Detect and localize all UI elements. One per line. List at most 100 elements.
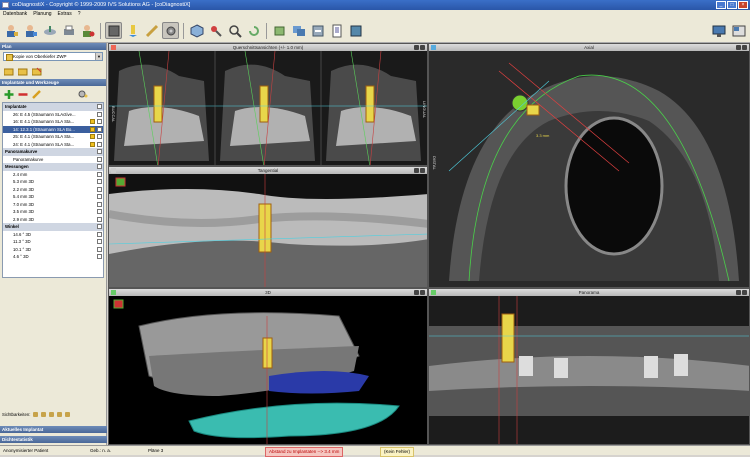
menu-planung[interactable]: Planung — [33, 10, 51, 19]
visibility-checkbox[interactable] — [97, 134, 102, 139]
visibility-checkbox[interactable] — [97, 194, 102, 199]
implant-tool-icon[interactable] — [124, 22, 141, 39]
view-maximize-icon[interactable] — [420, 290, 425, 295]
add-icon[interactable] — [4, 89, 14, 99]
tools-icon[interactable] — [78, 90, 88, 99]
view-maximize-icon[interactable] — [742, 290, 747, 295]
layout-icon[interactable] — [730, 22, 747, 39]
export-icon[interactable] — [309, 22, 326, 39]
tree-item-measurement[interactable]: 2.4 mm — [3, 171, 103, 179]
visibility-checkbox[interactable] — [97, 186, 102, 192]
tree-item-measurement[interactable]: 7.0 mm 3D — [3, 201, 103, 209]
close-button[interactable]: × — [738, 1, 748, 9]
plan-open-icon[interactable] — [4, 67, 14, 76]
3d-view[interactable]: 3D — [108, 288, 428, 445]
visibility-checkbox[interactable] — [97, 246, 102, 252]
visibility-implants-icon[interactable] — [33, 412, 39, 417]
rotate-icon[interactable] — [245, 22, 262, 39]
tree-group-panorama[interactable]: Panoramakurve — [3, 148, 103, 156]
visibility-sleeves-icon[interactable] — [57, 412, 63, 417]
guide-export-icon[interactable] — [347, 22, 364, 39]
density-section[interactable]: Dichtestatistik — [0, 436, 107, 443]
user-settings-icon[interactable] — [79, 22, 96, 39]
tree-item-measurement[interactable]: 2.9 mm 3D — [3, 216, 103, 224]
guide-icon[interactable] — [271, 22, 288, 39]
report-icon[interactable] — [328, 22, 345, 39]
tree-item-implant-selected[interactable]: 14: 12.3.1 (Straumann SLA Bo... — [3, 125, 103, 133]
tree-item-measurement[interactable]: 5.3 mm 3D — [3, 178, 103, 186]
visibility-measure-icon[interactable] — [49, 412, 55, 417]
visibility-checkbox[interactable] — [97, 216, 102, 222]
printer-icon[interactable] — [60, 22, 77, 39]
view-zoom-icon[interactable] — [736, 290, 741, 295]
visibility-checkbox[interactable] — [97, 254, 102, 259]
plan-select[interactable]: Kopie von Oberkiefer ZWP ▼ — [3, 52, 103, 61]
visibility-checkbox[interactable] — [97, 239, 102, 244]
visibility-checkbox[interactable] — [97, 149, 102, 154]
tree-item-implant[interactable]: 24: E 4.1 (Straumann SLA Sta... — [3, 141, 103, 149]
visibility-nerves-icon[interactable] — [41, 412, 47, 417]
panorama-view[interactable]: Panorama — [428, 288, 750, 445]
visibility-checkbox[interactable] — [97, 224, 102, 229]
visibility-all-icon[interactable] — [65, 412, 71, 417]
pencil-icon[interactable] — [32, 89, 42, 99]
visibility-checkbox[interactable] — [97, 126, 102, 132]
gear-tool-icon[interactable] — [162, 22, 179, 39]
tree-item-measurement[interactable]: 2.2 mm 3D — [3, 186, 103, 194]
plan-copy-icon[interactable] — [18, 67, 28, 76]
nerve-tool-icon[interactable] — [207, 22, 224, 39]
tree-item-panorama[interactable]: Panoramakurve — [3, 156, 103, 164]
view-zoom-icon[interactable] — [414, 168, 419, 173]
tree-group-implants[interactable]: Implantate — [3, 103, 103, 111]
orientation-cube-icon[interactable] — [113, 299, 124, 309]
patient-open-icon[interactable] — [3, 22, 20, 39]
menu-datenbank[interactable]: Datenbank — [3, 10, 27, 19]
visibility-checkbox[interactable] — [97, 171, 102, 177]
zoom-icon[interactable] — [226, 22, 243, 39]
visibility-checkbox[interactable] — [97, 201, 102, 207]
cube-3d-icon[interactable] — [188, 22, 205, 39]
current-implant-section[interactable]: Aktuelles Implantat — [0, 426, 107, 433]
menu-help[interactable]: ? — [78, 10, 81, 19]
data-import-icon[interactable] — [41, 22, 58, 39]
visibility-checkbox[interactable] — [97, 119, 102, 124]
orientation-cube-icon[interactable] — [115, 177, 126, 187]
visibility-checkbox[interactable] — [97, 209, 102, 214]
tangential-view[interactable]: Tangential — [108, 166, 428, 288]
visibility-checkbox[interactable] — [97, 104, 102, 109]
tree-item-measurement[interactable]: 3.5 mm 3D — [3, 208, 103, 216]
view-zoom-icon[interactable] — [414, 45, 419, 50]
tree-item-angle[interactable]: 4.6 ° 3D — [3, 253, 103, 261]
tree-item-implant[interactable]: 16: E 4.1 (Straumann SLA Sta... — [3, 118, 103, 126]
plan-delete-icon[interactable] — [32, 67, 42, 76]
visibility-checkbox[interactable] — [97, 164, 102, 169]
menu-extras[interactable]: Extras — [58, 10, 72, 19]
tree-item-angle[interactable]: 11.3 ° 3D — [3, 238, 103, 246]
visibility-checkbox[interactable] — [97, 156, 102, 162]
tree-group-angles[interactable]: Winkel — [3, 223, 103, 231]
measure-tool-icon[interactable] — [143, 22, 160, 39]
visibility-checkbox[interactable] — [97, 231, 102, 237]
chevron-down-icon[interactable]: ▼ — [95, 53, 102, 60]
tree-item-angle[interactable]: 14.6 ° 3D — [3, 231, 103, 239]
view-zoom-icon[interactable] — [414, 290, 419, 295]
monitor-icon[interactable] — [710, 22, 727, 39]
visibility-checkbox[interactable] — [97, 179, 102, 184]
axial-view[interactable]: Axial 3.3 mm DISTAL — [428, 43, 750, 288]
maximize-button[interactable]: □ — [727, 1, 737, 9]
view-maximize-icon[interactable] — [420, 45, 425, 50]
view-maximize-icon[interactable] — [420, 168, 425, 173]
tree-item-angle[interactable]: 10.1 ° 3D — [3, 246, 103, 254]
tree-item-implant[interactable]: 26: E 4.5 (Straumann SLActive... — [3, 111, 103, 119]
visibility-checkbox[interactable] — [97, 141, 102, 147]
view-maximize-icon[interactable] — [742, 45, 747, 50]
remove-icon[interactable] — [18, 90, 28, 99]
visibility-checkbox[interactable] — [97, 111, 102, 117]
tree-item-implant[interactable]: 25: E 4.1 (Straumann SLA Sta... — [3, 133, 103, 141]
view-layout-icon[interactable] — [105, 22, 122, 39]
tree-item-measurement[interactable]: 5.4 mm 3D — [3, 193, 103, 201]
window-copy-icon[interactable] — [290, 22, 307, 39]
minimize-button[interactable]: _ — [716, 1, 726, 9]
view-zoom-icon[interactable] — [736, 45, 741, 50]
cross-section-view[interactable]: Querschnittsansichten (+/- 1.0 mm) BUCCA… — [108, 43, 428, 166]
